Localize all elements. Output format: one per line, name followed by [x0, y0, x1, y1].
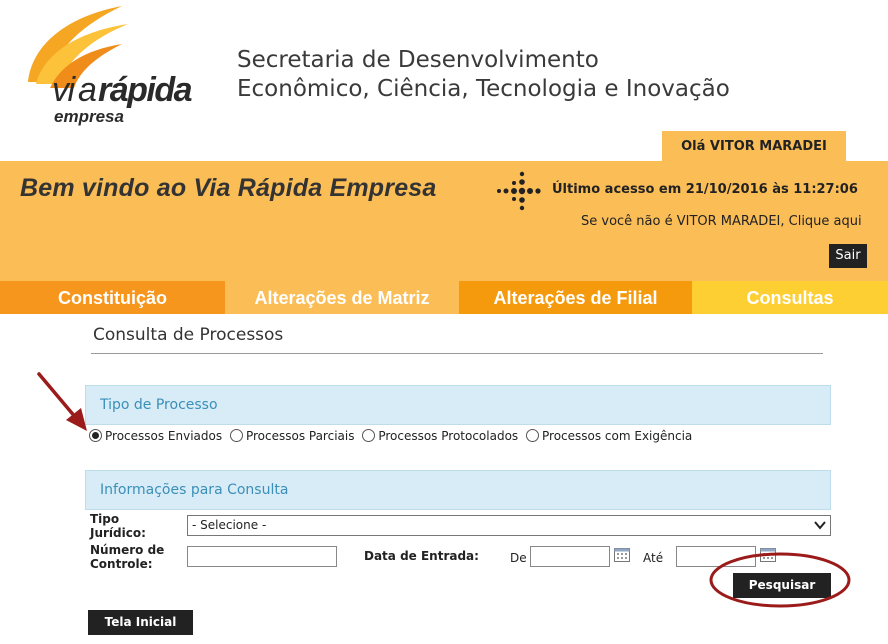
nav-alteracoes-filial[interactable]: Alterações de Filial: [459, 281, 692, 314]
nav-constituicao[interactable]: Constituição: [0, 281, 225, 314]
nav-consultas[interactable]: Consultas: [692, 281, 888, 314]
nav-alteracoes-matriz[interactable]: Alterações de Matriz: [225, 281, 459, 314]
page-title: Consulta de Processos: [93, 325, 284, 345]
home-screen-button[interactable]: Tela Inicial: [88, 610, 193, 635]
radio-button[interactable]: [229, 429, 243, 442]
data-entrada-label: Data de Entrada:: [364, 549, 479, 563]
section-tipo-processo: Tipo de Processo: [85, 385, 831, 425]
numero-controle-label: Número de Controle:: [90, 543, 170, 571]
svg-text:vi: vi: [52, 71, 77, 109]
radio-button[interactable]: [526, 429, 539, 442]
radio-processos-enviados[interactable]: Processos Enviados: [89, 429, 222, 443]
organization-title: Secretaria de Desenvolvimento Econômico,…: [237, 46, 730, 104]
svg-text:empresa: empresa: [54, 107, 124, 126]
process-type-radio-group: Processos Enviados Processos Parciais Pr…: [89, 429, 696, 443]
dots-cross-icon: [496, 170, 542, 212]
calendar-icon[interactable]: [614, 547, 630, 562]
radio-label: Processos Enviados: [105, 429, 223, 443]
chevron-down-icon: [814, 521, 826, 530]
label-line: Número de: [90, 543, 165, 557]
welcome-title: Bem vindo ao Via Rápida Empresa: [20, 174, 437, 202]
radio-processos-protocolados[interactable]: Processos Protocolados: [362, 429, 518, 443]
svg-text:a: a: [78, 71, 96, 109]
radio-processos-parciais[interactable]: Processos Parciais: [229, 429, 355, 443]
select-value: - Selecione -: [192, 518, 267, 532]
label-line: Tipo: [90, 512, 120, 526]
org-title-line-2: Econômico, Ciência, Tecnologia e Inovaçã…: [237, 76, 730, 102]
logout-button[interactable]: Sair: [829, 244, 867, 268]
annotation-arrow-icon: [37, 372, 87, 431]
ate-label: Até: [643, 551, 664, 565]
label-line: Jurídico:: [90, 526, 146, 540]
radio-label: Processos Parciais: [245, 429, 355, 443]
label-line: Controle:: [90, 557, 153, 571]
data-de-input[interactable]: [530, 546, 610, 567]
via-rapida-logo: vi a rápida empresa: [18, 4, 208, 130]
radio-button[interactable]: [362, 429, 376, 442]
last-access-text: Último acesso em 21/10/2016 às 11:27:06: [552, 182, 858, 197]
radio-processos-com-exigencia[interactable]: Processos com Exigência: [526, 429, 692, 443]
heading-divider: [91, 353, 823, 354]
radio-label: Processos Protocolados: [378, 429, 519, 443]
org-title-line-1: Secretaria de Desenvolvimento: [237, 47, 599, 73]
user-greeting-tab: Olá VITOR MARADEI: [662, 131, 846, 161]
de-label: De: [510, 551, 527, 565]
numero-controle-input[interactable]: [187, 546, 337, 567]
section-informacoes-consulta: Informações para Consulta: [85, 470, 831, 510]
tipo-juridico-label: Tipo Jurídico:: [90, 512, 170, 540]
not-you-link[interactable]: Se você não é VITOR MARADEI, Clique aqui: [581, 214, 862, 229]
logo-wordmark: rápida: [98, 71, 192, 109]
tipo-juridico-select[interactable]: - Selecione -: [187, 515, 831, 536]
radio-label: Processos com Exigência: [542, 429, 693, 443]
highlight-ellipse: [709, 552, 851, 608]
